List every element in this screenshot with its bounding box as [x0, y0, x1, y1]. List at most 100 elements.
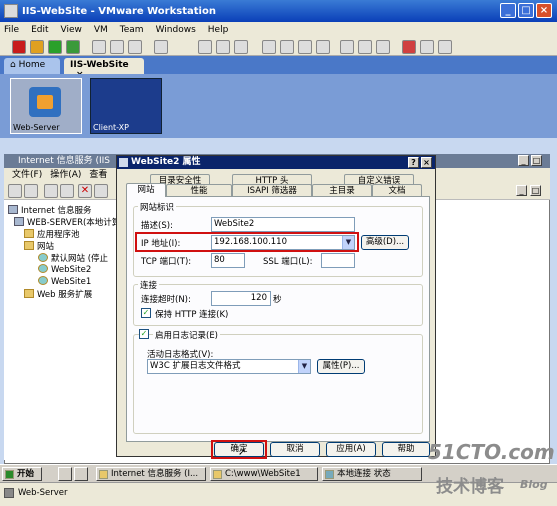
keepalive-label: 保持 HTTP 连接(K)	[155, 310, 229, 320]
menu-team[interactable]: Team	[120, 25, 144, 35]
description-input[interactable]: WebSite2	[211, 217, 355, 232]
capture-icon[interactable]	[438, 40, 452, 54]
chevron-down-icon[interactable]: ▼	[298, 360, 310, 373]
ip-highlight-box	[135, 232, 359, 252]
fit-guest-icon[interactable]	[358, 40, 372, 54]
power-off-icon[interactable]	[12, 40, 26, 54]
mmc-menu-view[interactable]: 查看	[89, 168, 107, 182]
apply-button[interactable]: 应用(A)	[326, 442, 376, 457]
mmc-menu-file[interactable]: 文件(F)	[12, 168, 42, 182]
menu-help[interactable]: Help	[208, 25, 229, 35]
quicklaunch-explorer-icon[interactable]	[74, 467, 88, 481]
quick-switch-icon[interactable]	[198, 40, 212, 54]
log-format-dropdown[interactable]: W3C 扩展日志文件格式 ▼	[147, 359, 311, 374]
mmc-maximize-button[interactable]: □	[531, 155, 542, 166]
vmware-toolbar	[0, 38, 557, 56]
mmc-menu-action[interactable]: 操作(A)	[50, 168, 81, 182]
windows-logo-icon	[5, 470, 14, 479]
dialog-title-icon	[119, 158, 128, 167]
watermark-blog-cn: 技术博客	[436, 477, 504, 497]
watermark-blog: Blog	[520, 478, 548, 491]
advanced-button[interactable]: 高级(D)...	[361, 235, 409, 250]
minimize-button[interactable]: _	[500, 3, 516, 18]
vm-logo-icon	[29, 87, 61, 117]
view-console-icon[interactable]	[262, 40, 276, 54]
view-appliance-icon[interactable]	[298, 40, 312, 54]
reset-icon[interactable]	[66, 40, 80, 54]
manage-snapshots-icon[interactable]	[128, 40, 142, 54]
full-screen-icon[interactable]	[216, 40, 230, 54]
mmc-minimize-button[interactable]: _	[518, 155, 529, 166]
task-explorer-website1[interactable]: C:\www\WebSite1	[210, 467, 318, 481]
help-button[interactable]: 帮助	[382, 442, 430, 457]
menu-file[interactable]: File	[4, 25, 19, 35]
tab-home[interactable]: ⌂ Home	[4, 58, 60, 74]
tree-item-web-server[interactable]: WEB-SERVER(本地计算机	[14, 216, 129, 228]
suspend-icon[interactable]	[30, 40, 44, 54]
back-icon[interactable]	[8, 184, 22, 198]
dialog-title: WebSite2 属性	[131, 157, 201, 167]
tree-item-default-site[interactable]: 默认网站 (停止	[38, 252, 108, 264]
cursor-icon: ➚	[238, 447, 247, 458]
thumbnail-web-server[interactable]: Web-Server	[10, 78, 82, 134]
view-fit-icon[interactable]	[316, 40, 330, 54]
timeout-label: 连接超时(N):	[141, 295, 191, 305]
tcp-port-label: TCP 端口(T):	[141, 257, 192, 267]
mmc-inner-maximize-button[interactable]: □	[530, 185, 541, 196]
autofit-icon[interactable]	[340, 40, 354, 54]
maximize-button[interactable]: □	[518, 3, 534, 18]
dialog-close-button[interactable]: ×	[421, 157, 432, 168]
delete-icon[interactable]: ✕	[78, 184, 92, 198]
tab-website[interactable]: 网站	[126, 183, 166, 197]
task-iis-manager[interactable]: Internet 信息服务 (I...	[96, 467, 206, 481]
start-button[interactable]: 开始	[2, 467, 42, 481]
close-button[interactable]: ×	[536, 3, 552, 18]
enable-logging-checkbox[interactable]: ✓	[139, 329, 149, 339]
view-thumbnails-icon[interactable]	[280, 40, 294, 54]
summary-icon[interactable]	[234, 40, 248, 54]
vmware-tab-bar: ⌂ Home IIS-WebSite ×	[0, 56, 557, 80]
menu-vm[interactable]: VM	[94, 25, 108, 35]
tab-iis-website[interactable]: IIS-WebSite ×	[64, 58, 144, 80]
power-on-icon[interactable]	[48, 40, 62, 54]
tree-item-web-extensions[interactable]: Web 服务扩展	[24, 288, 92, 300]
vmware-app-icon	[4, 4, 18, 18]
timeout-input[interactable]: 120	[211, 291, 271, 306]
task-local-connection[interactable]: 本地连接 状态	[322, 467, 422, 481]
folder-icon	[213, 470, 222, 479]
menu-view[interactable]: View	[61, 25, 82, 35]
menu-edit[interactable]: Edit	[31, 25, 48, 35]
tree-item-websites[interactable]: 网站	[24, 240, 54, 252]
description-label: 描述(S):	[141, 221, 173, 231]
keepalive-checkbox[interactable]: ✓	[141, 308, 151, 318]
up-folder-icon[interactable]	[44, 184, 58, 198]
thumbnail-label: Web-Server	[13, 123, 60, 132]
menu-windows[interactable]: Windows	[156, 25, 196, 35]
network-icon	[325, 470, 334, 479]
properties-icon[interactable]	[94, 184, 108, 198]
team-icon[interactable]	[154, 40, 168, 54]
record-icon[interactable]	[402, 40, 416, 54]
thumbnail-label: Client-XP	[93, 123, 129, 132]
ssl-port-input[interactable]	[321, 253, 355, 268]
quicklaunch-ie-icon[interactable]	[58, 467, 72, 481]
tree-item-app-pools[interactable]: 应用程序池	[24, 228, 80, 240]
tree-item-iis-root[interactable]: Internet 信息服务	[8, 204, 91, 216]
fit-window-icon[interactable]	[376, 40, 390, 54]
vmware-menu-bar: File Edit View VM Team Windows Help	[0, 22, 557, 38]
tcp-port-input[interactable]: 80	[211, 253, 245, 268]
revert-icon[interactable]	[110, 40, 124, 54]
cancel-button[interactable]: 取消	[270, 442, 320, 457]
dialog-title-bar: WebSite2 属性 ? ×	[117, 156, 435, 169]
replay-icon[interactable]	[420, 40, 434, 54]
mmc-inner-minimize-button[interactable]: _	[516, 185, 527, 196]
dialog-help-button[interactable]: ?	[408, 157, 419, 168]
show-tree-icon[interactable]	[60, 184, 74, 198]
vmware-window-title: IIS-WebSite - VMware Workstation	[22, 5, 216, 17]
properties-button[interactable]: 属性(P)...	[317, 359, 365, 374]
snapshot-icon[interactable]	[92, 40, 106, 54]
tree-item-website1[interactable]: WebSite1	[38, 276, 91, 287]
thumbnail-client-xp[interactable]: Client-XP	[90, 78, 162, 134]
tree-item-website2[interactable]: WebSite2	[38, 264, 91, 275]
forward-icon[interactable]	[24, 184, 38, 198]
